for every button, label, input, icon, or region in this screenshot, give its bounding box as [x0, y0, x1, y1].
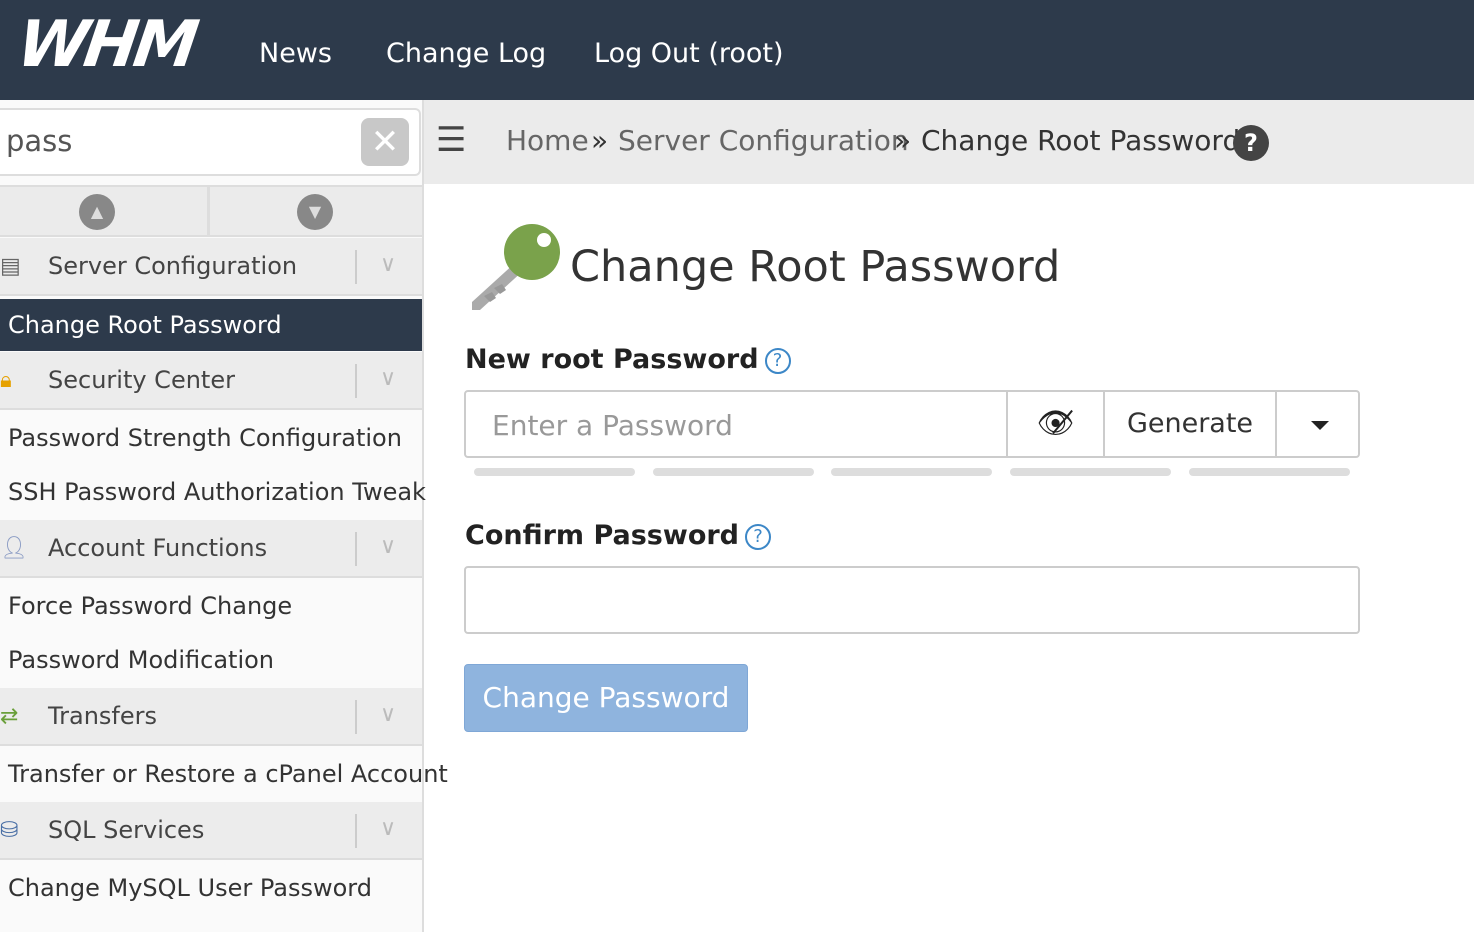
- arrow-down-icon: ▼: [297, 194, 333, 230]
- chevron-down-icon[interactable]: ∨: [380, 534, 396, 559]
- confirm-password-input[interactable]: [464, 566, 1360, 634]
- whm-logo[interactable]: WHM: [13, 8, 199, 82]
- transfer-arrows-icon: ⇄: [0, 704, 19, 729]
- search-value: pass: [6, 124, 73, 158]
- new-password-group: Enter a Password 👁︎̸ Generate: [464, 390, 1360, 458]
- item-label: Transfer or Restore a cPanel Account: [8, 760, 448, 788]
- expand-all-button[interactable]: ▼: [207, 187, 412, 235]
- sidebar-item-password-strength[interactable]: Password Strength Configuration: [0, 412, 422, 466]
- item-label: Change Root Password: [8, 311, 282, 339]
- collapse-all-button[interactable]: ▲: [0, 187, 205, 235]
- new-password-label: New root Password?: [465, 344, 791, 375]
- item-label: SSH Password Authorization Tweak: [8, 478, 426, 506]
- item-label: Force Password Change: [8, 592, 293, 620]
- sidebar-item-force-password-change[interactable]: Force Password Change: [0, 580, 422, 634]
- sidebar: pass ✕ ▲ ▼ ▤ Server Configuration ∨ Chan…: [0, 100, 448, 932]
- caret-down-icon: [1311, 421, 1329, 430]
- eye-slash-icon: 👁︎̸: [1036, 406, 1075, 441]
- sidebar-item-ssh-password-tweak[interactable]: SSH Password Authorization Tweak: [0, 466, 426, 520]
- item-label: Password Strength Configuration: [8, 424, 402, 452]
- chevron-down-icon[interactable]: ∨: [380, 816, 396, 841]
- strength-bar-segment: [831, 468, 992, 476]
- item-label: Password Modification: [8, 646, 275, 674]
- new-password-input[interactable]: Enter a Password: [492, 409, 733, 442]
- sidebar-scroll-controls: ▲ ▼: [0, 185, 422, 237]
- lock-icon: 🔒︎: [0, 368, 12, 393]
- breadcrumb-separator: »: [591, 124, 609, 157]
- toggle-visibility-button[interactable]: 👁︎̸: [1006, 392, 1103, 456]
- breadcrumb-home[interactable]: Home: [506, 124, 589, 157]
- sidebar-group-security-center[interactable]: 🔒︎ Security Center ∨: [0, 352, 422, 410]
- database-icon: ⛁: [0, 818, 19, 843]
- breadcrumb-separator: »: [894, 124, 912, 157]
- nav-logout[interactable]: Log Out (root): [594, 38, 784, 69]
- sidebar-item-change-mysql-password[interactable]: Change MySQL User Password: [0, 862, 422, 916]
- sidebar-item-change-root-password[interactable]: Change Root Password: [0, 299, 422, 351]
- group-label: Transfers: [48, 702, 158, 730]
- confirm-password-label: Confirm Password?: [465, 520, 772, 551]
- sidebar-search-input[interactable]: pass ✕: [0, 108, 421, 176]
- chevron-down-icon[interactable]: ∨: [380, 702, 396, 727]
- label-text: New root Password: [465, 344, 759, 375]
- sidebar-group-transfers[interactable]: ⇄ Transfers ∨: [0, 688, 422, 746]
- help-icon[interactable]: ?: [1233, 125, 1269, 161]
- item-label: Change MySQL User Password: [8, 874, 372, 902]
- arrow-up-icon: ▲: [79, 194, 115, 230]
- page-title: Change Root Password: [570, 242, 1061, 292]
- generate-options-dropdown[interactable]: [1275, 392, 1360, 456]
- server-gear-icon: ▤: [0, 254, 21, 279]
- clear-search-icon[interactable]: ✕: [361, 118, 409, 166]
- sidebar-item-password-modification[interactable]: Password Modification: [0, 634, 422, 688]
- group-label: Security Center: [48, 366, 235, 394]
- menu-toggle-icon[interactable]: ☰: [436, 120, 466, 160]
- sidebar-group-sql-services[interactable]: ⛁ SQL Services ∨: [0, 802, 422, 860]
- nav-news[interactable]: News: [259, 38, 332, 69]
- chevron-down-icon[interactable]: ∨: [380, 366, 396, 391]
- change-password-button[interactable]: Change Password: [464, 664, 748, 732]
- strength-bar-segment: [474, 468, 635, 476]
- help-circle-icon[interactable]: ?: [764, 348, 791, 374]
- label-text: Confirm Password: [465, 520, 740, 551]
- sidebar-group-server-configuration[interactable]: ▤ Server Configuration ∨: [0, 238, 422, 296]
- group-label: SQL Services: [48, 816, 205, 844]
- strength-bar-segment: [1189, 468, 1350, 476]
- chevron-down-icon[interactable]: ∨: [380, 252, 396, 277]
- key-icon: [472, 224, 560, 310]
- user-gear-icon: 👤︎: [0, 536, 28, 561]
- help-circle-icon[interactable]: ?: [745, 524, 772, 550]
- group-label: Server Configuration: [48, 252, 298, 280]
- generate-button[interactable]: Generate: [1103, 392, 1275, 456]
- nav-change-log[interactable]: Change Log: [386, 38, 546, 69]
- breadcrumb-current: Change Root Password: [921, 124, 1241, 157]
- breadcrumb-bar: ☰ Home » Server Configuration » Change R…: [424, 100, 1474, 184]
- breadcrumb-server-configuration[interactable]: Server Configuration: [618, 124, 909, 157]
- top-header: WHM News Change Log Log Out (root): [0, 0, 1474, 100]
- strength-bar-segment: [653, 468, 814, 476]
- sidebar-item-transfer-restore[interactable]: Transfer or Restore a cPanel Account: [0, 748, 448, 802]
- strength-bar-segment: [1010, 468, 1171, 476]
- group-label: Account Functions: [48, 534, 268, 562]
- sidebar-group-account-functions[interactable]: 👤︎ Account Functions ∨: [0, 520, 422, 578]
